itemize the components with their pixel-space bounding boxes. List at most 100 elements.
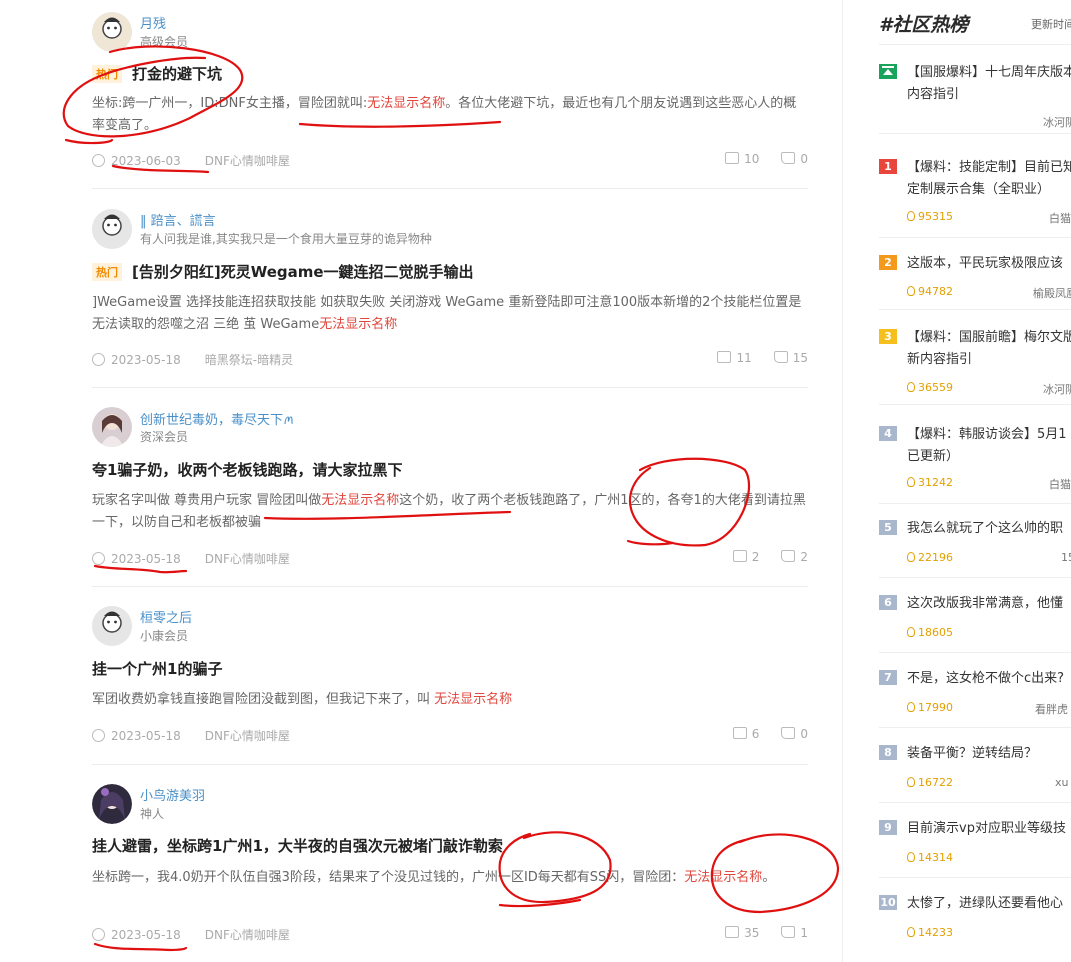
rank-badge: 9 [879, 820, 897, 835]
post-excerpt[interactable]: 坐标跨一，我4.0奶开个队伍自强3阶段，结果来了个没见过钱的，广州一区ID每天都… [92, 867, 808, 889]
clock-icon [92, 928, 105, 941]
rank-badge [879, 64, 897, 79]
avatar-icon [92, 12, 132, 52]
thumb-up-icon[interactable] [773, 351, 788, 363]
hot-item-title[interactable]: 【爆料：技能定制】目前已知技能定制展示合集（全职业） [907, 157, 1071, 201]
divider [879, 802, 1071, 803]
fire-icon [907, 852, 915, 862]
excerpt-text: ]WeGame设置 选择技能连招获取技能 如获取失败 关闭游戏 WeGame 重… [92, 295, 802, 332]
hot-list-sidebar: #社区热榜 更新时间 【国服爆料】十七周年庆版本更新内容指引 冰河阴 1 【爆料… [843, 0, 1071, 962]
post-title[interactable]: 夸1骗子奶，收两个老板钱跑路，请大家拉黑下 [92, 461, 402, 479]
comment-icon [725, 926, 740, 938]
comment-icon [732, 550, 747, 562]
username[interactable]: ‖ 踣言、謊言 [140, 210, 216, 229]
divider [879, 237, 1071, 238]
avatar-icon [92, 407, 132, 447]
heat-count: 14233 [907, 926, 953, 939]
hot-item-title[interactable]: 不是，这女枪不做个c出来? [907, 668, 1071, 690]
divider [879, 877, 1071, 878]
clock-icon [92, 729, 105, 742]
avatar[interactable] [92, 407, 132, 447]
hot-item-title[interactable]: 这版本，平民玩家极限应该 [907, 253, 1071, 275]
avatar[interactable] [92, 606, 132, 646]
username[interactable]: 桓零之后 [140, 607, 192, 626]
user-level: 资深会员 [140, 430, 189, 444]
rank-badge: 8 [879, 745, 897, 760]
post-title[interactable]: 打金的避下坑 [132, 65, 222, 83]
comment-count[interactable]: 11 [736, 351, 751, 365]
hot-item-title[interactable]: 太惨了，进绿队还要看他心 [907, 893, 1071, 915]
board-link[interactable]: 暗黑祭坛-暗精灵 [205, 353, 293, 367]
thumb-up-icon[interactable] [781, 727, 796, 739]
hot-item-author: xu [1055, 776, 1069, 789]
avatar[interactable] [92, 784, 132, 824]
post-meta: 2023-05-18 暗黑祭坛-暗精灵 11 15 [92, 351, 808, 367]
post-feed: 月残 高级会员 热门 打金的避下坑 坐标:跨一广州一，ID:DNF女主播，冒险团就… [0, 0, 840, 962]
thumb-up-icon[interactable] [781, 926, 796, 938]
post-title[interactable]: 挂人避雷，坐标跨1广州1，大半夜的自强次元被堵门敲诈勒索 [92, 837, 503, 855]
heat-count: 22196 [907, 551, 953, 564]
clock-icon [92, 154, 105, 167]
post-date: 2023-05-18 [111, 552, 181, 566]
user-level: 高级会员 [140, 35, 189, 49]
divider [879, 44, 1071, 45]
hot-badge: 热门 [92, 64, 122, 83]
post-date: 2023-05-18 [111, 353, 181, 367]
thumb-up-icon[interactable] [781, 550, 796, 562]
heat-count: 95315 [907, 210, 953, 223]
comment-count[interactable]: 2 [752, 550, 760, 564]
board-link[interactable]: DNF心情咖啡屋 [205, 154, 290, 168]
post-date: 2023-06-03 [111, 154, 181, 168]
board-link[interactable]: DNF心情咖啡屋 [205, 928, 290, 942]
rank-badge: 4 [879, 426, 897, 441]
post-meta: 2023-05-18 DNF心情咖啡屋 35 1 [92, 926, 808, 942]
board-link[interactable]: DNF心情咖啡屋 [205, 552, 290, 566]
hot-item-author: 15 [1061, 551, 1071, 564]
like-count: 15 [792, 351, 808, 365]
user-level: 小康会员 [140, 629, 189, 643]
post-excerpt[interactable]: ]WeGame设置 选择技能连招获取技能 如获取失败 关闭游戏 WeGame 重… [92, 292, 808, 336]
thumb-up-icon[interactable] [781, 152, 796, 164]
hot-item-title[interactable]: 【爆料：国服前瞻】梅尔文版本更新内容指引 [907, 327, 1071, 371]
excerpt-text: 军团收费奶拿钱直接跑冒险团没截到图，但我记下来了，叫 [92, 692, 435, 707]
hot-item-title[interactable]: 【国服爆料】十七周年庆版本更新内容指引 [907, 62, 1071, 106]
hot-item-title[interactable]: 目前演示vp对应职业等级技 [907, 818, 1071, 840]
divider [879, 652, 1071, 653]
username[interactable]: 月残 [140, 13, 166, 32]
divider [879, 503, 1071, 504]
post-excerpt[interactable]: 军团收费奶拿钱直接跑冒险团没截到图，但我记下来了，叫 无法显示名称 [92, 689, 808, 711]
fire-icon [907, 777, 915, 787]
comment-icon [717, 351, 732, 363]
like-count: 1 [800, 926, 808, 940]
hot-item-title[interactable]: 我怎么就玩了个这么帅的职 [907, 518, 1071, 540]
hot-item-title[interactable]: 这次改版我非常满意，他懂 [907, 593, 1071, 615]
hot-item-author: 白猫 [1049, 212, 1071, 225]
divider [879, 727, 1071, 728]
comment-count[interactable]: 35 [744, 926, 759, 940]
avatar[interactable] [92, 209, 132, 249]
fire-icon [907, 382, 915, 392]
comment-count[interactable]: 10 [744, 152, 759, 166]
user-level: 神人 [140, 807, 165, 821]
post-meta: 2023-06-03 DNF心情咖啡屋 10 0 [92, 152, 808, 168]
divider [92, 387, 808, 388]
fire-icon [907, 286, 915, 296]
rank-badge: 5 [879, 520, 897, 535]
hot-item-author: 冰河阴 [1043, 116, 1071, 129]
divider [879, 133, 1071, 134]
hot-item-title[interactable]: 装备平衡？逆转结局？ [907, 743, 1071, 765]
hot-item-author: 榆殿凤凰 [1033, 287, 1071, 300]
hot-item-title[interactable]: 【爆料：韩服访谈会】5月1（总结已更新） [907, 424, 1071, 468]
comment-count[interactable]: 6 [752, 727, 760, 741]
post-title[interactable]: [告别夕阳红]死灵Wegame一鍵连招二觉脱手输出 [132, 263, 474, 281]
post-excerpt[interactable]: 坐标:跨一广州一，ID:DNF女主播，冒险团就叫:无法显示名称。各位大佬避下坑，… [92, 93, 808, 137]
hot-badge: 热门 [92, 262, 122, 281]
fire-icon [907, 927, 915, 937]
post-title[interactable]: 挂一个广州1的骗子 [92, 660, 222, 678]
heat-count: 16722 [907, 776, 953, 789]
board-link[interactable]: DNF心情咖啡屋 [205, 729, 290, 743]
username[interactable]: 小鸟游美羽 [140, 785, 205, 804]
heat-count: 36559 [907, 381, 953, 394]
post-excerpt[interactable]: 玩家名字叫做 尊贵用户玩家 冒险团叫做无法显示名称这个奶，收了两个老板钱跑路了，… [92, 490, 808, 534]
avatar[interactable] [92, 12, 132, 52]
